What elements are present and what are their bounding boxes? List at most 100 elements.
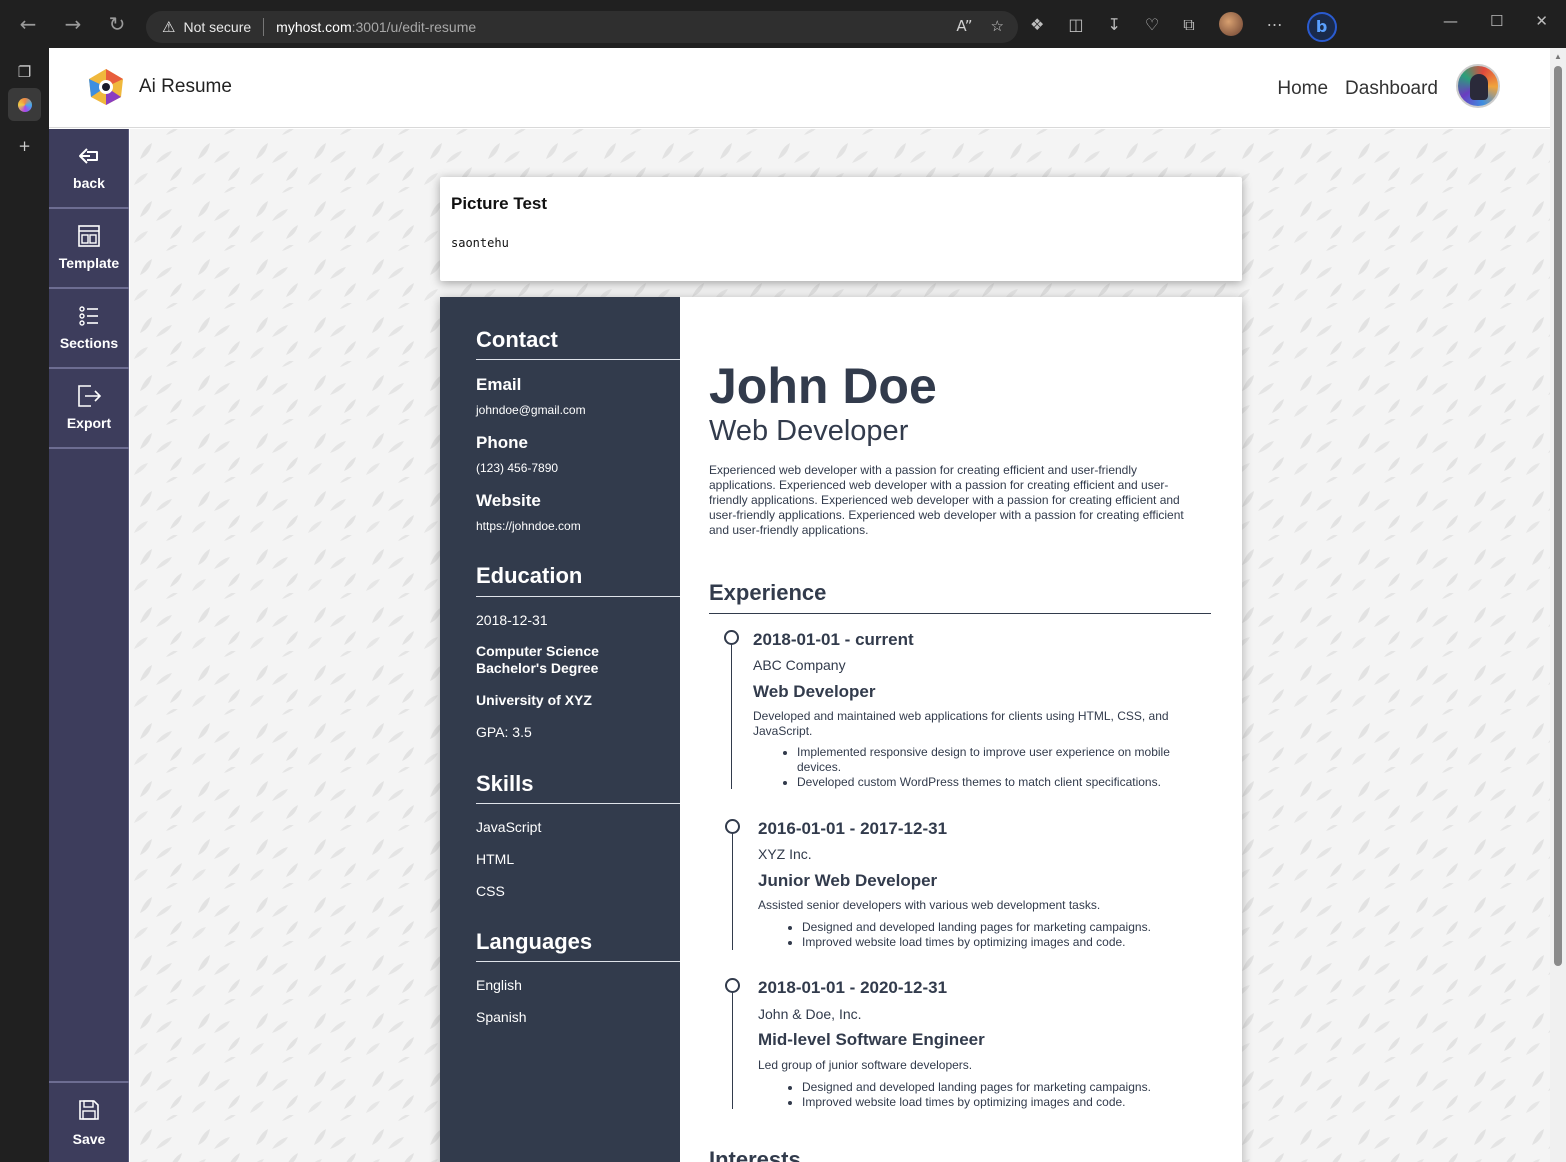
warning-icon: ⚠ xyxy=(162,18,176,36)
back-arrow-icon xyxy=(79,148,98,164)
sidebar-item-sections[interactable]: Sections xyxy=(49,289,129,369)
address-bar[interactable]: ⚠ Not secure myhost.com:3001/u/edit-resu… xyxy=(146,11,1018,43)
languages-divider xyxy=(476,961,680,962)
website-label: Website xyxy=(476,491,541,510)
browser-toolbar: ← → ↻ ⚠ Not secure myhost.com:3001/u/edi… xyxy=(0,0,1566,48)
read-aloud-icon[interactable]: A” xyxy=(956,17,972,35)
language-item: Spanish xyxy=(476,1009,527,1025)
editor-sidebar: back Template Sections Export Save xyxy=(49,129,129,1162)
user-avatar[interactable] xyxy=(1456,64,1500,108)
education-date: 2018-12-31 xyxy=(476,612,548,628)
page-scrollbar[interactable]: ▲ xyxy=(1550,48,1566,1162)
email-label: Email xyxy=(476,375,522,394)
minimize-icon[interactable]: — xyxy=(1443,12,1458,30)
resume-preview[interactable]: Contact Email johndoe@gmail.com Phone (1… xyxy=(440,297,1242,1162)
bing-copilot-icon[interactable]: b xyxy=(1306,12,1337,42)
job-bullet: Implemented responsive design to improve… xyxy=(797,745,1205,775)
job-bullet: Improved website load times by optimizin… xyxy=(802,935,1208,950)
website-value: https://johndoe.com xyxy=(476,519,581,533)
job-company: XYZ Inc. xyxy=(758,846,812,862)
profile-avatar-icon[interactable] xyxy=(1218,12,1243,36)
resume-title: Web Developer xyxy=(709,415,909,447)
url-host: myhost.com xyxy=(276,19,352,35)
job-bullet: Improved website load times by optimizin… xyxy=(802,1095,1208,1110)
web-page: Ai Resume Home Dashboard back Template S… xyxy=(49,48,1550,1162)
downloads-icon[interactable]: ↧ xyxy=(1107,12,1120,42)
export-icon xyxy=(78,385,102,407)
maximize-icon[interactable]: ☐ xyxy=(1490,12,1503,30)
brand-name[interactable]: Ai Resume xyxy=(139,76,232,98)
job-date: 2018-01-01 - 2020-12-31 xyxy=(758,978,948,997)
language-item: English xyxy=(476,977,522,993)
job-description: Led group of junior software developers. xyxy=(758,1058,973,1072)
timeline-line xyxy=(731,643,732,789)
sidebar-item-back[interactable]: back xyxy=(49,129,129,209)
tab-ai-resume[interactable] xyxy=(8,88,41,121)
forward-nav-icon[interactable]: → xyxy=(59,10,87,38)
resume-summary: Experienced web developer with a passion… xyxy=(709,463,1184,537)
resume-name: John Doe xyxy=(709,358,937,414)
save-button[interactable]: Save xyxy=(49,1081,129,1162)
job-bullets: Designed and developed landing pages for… xyxy=(758,1080,1208,1110)
extensions-icon[interactable]: ❖ xyxy=(1030,12,1044,42)
job-company: John & Doe, Inc. xyxy=(758,1006,862,1022)
save-icon xyxy=(79,1100,99,1120)
list-icon xyxy=(79,306,98,326)
skills-heading: Skills xyxy=(476,771,534,796)
new-tab-icon[interactable]: + xyxy=(8,130,41,163)
sidebar-item-label: Export xyxy=(66,415,112,431)
reload-icon[interactable]: ↻ xyxy=(103,10,131,38)
address-divider xyxy=(263,18,265,36)
skill-item: CSS xyxy=(476,883,505,899)
ai-resume-logo-icon[interactable] xyxy=(87,67,125,107)
job-title: Junior Web Developer xyxy=(758,871,938,890)
sidebar-item-export[interactable]: Export xyxy=(49,369,129,449)
job-bullet: Developed custom WordPress themes to mat… xyxy=(797,775,1205,790)
education-heading: Education xyxy=(476,563,583,588)
phone-value: (123) 456-7890 xyxy=(476,461,559,475)
job-bullets: Implemented responsive design to improve… xyxy=(753,745,1205,790)
job-date: 2018-01-01 - current xyxy=(753,630,914,649)
scroll-up-arrow-icon[interactable]: ▲ xyxy=(1554,52,1562,61)
favorite-star-icon[interactable]: ☆ xyxy=(991,17,1004,35)
sidebar-item-label: Template xyxy=(58,255,120,271)
more-menu-icon[interactable]: ⋯ xyxy=(1267,12,1283,42)
health-icon[interactable]: ♡ xyxy=(1145,12,1159,42)
job-bullets: Designed and developed landing pages for… xyxy=(758,920,1208,950)
timeline-dot xyxy=(725,978,740,993)
skill-item: HTML xyxy=(476,851,515,867)
site-header: Ai Resume Home Dashboard xyxy=(49,48,1550,128)
education-degree-line1: Computer Science xyxy=(476,643,599,659)
picture-card-title: Picture Test xyxy=(451,194,548,213)
education-school: University of XYZ xyxy=(476,692,592,708)
resume-right-column: John Doe Web Developer Experienced web d… xyxy=(680,297,1242,1162)
back-nav-icon[interactable]: ← xyxy=(14,10,42,38)
job-company: ABC Company xyxy=(753,657,846,673)
job-description: Assisted senior developers with various … xyxy=(758,898,1101,912)
sidebar-item-label: back xyxy=(73,175,105,191)
scrollbar-thumb[interactable] xyxy=(1554,66,1562,966)
experience-heading: Experience xyxy=(709,580,827,605)
education-gpa: GPA: 3.5 xyxy=(476,724,532,740)
job-date: 2016-01-01 - 2017-12-31 xyxy=(758,819,948,838)
security-label: Not secure xyxy=(183,19,252,35)
close-window-icon[interactable]: ✕ xyxy=(1535,12,1548,30)
vertical-tab-bar: ❐ + xyxy=(0,48,48,1162)
nav-dashboard-link[interactable]: Dashboard xyxy=(1345,78,1438,100)
job-bullet: Designed and developed landing pages for… xyxy=(802,920,1208,935)
favicon-icon xyxy=(17,97,32,112)
template-icon xyxy=(78,225,100,247)
sidebar-item-template[interactable]: Template xyxy=(49,209,129,289)
url-path: :3001/u/edit-resume xyxy=(351,19,477,35)
sidebar-item-label: Sections xyxy=(59,335,119,351)
split-screen-icon[interactable]: ◫ xyxy=(1068,12,1083,42)
tab-actions-icon[interactable]: ❐ xyxy=(8,56,41,89)
collections-icon[interactable]: ⧉ xyxy=(1183,12,1194,42)
education-degree-line2: Bachelor's Degree xyxy=(476,660,599,676)
resume-canvas: Picture Test saontehu Contact Email john… xyxy=(130,129,1550,1162)
job-title: Mid-level Software Engineer xyxy=(758,1030,985,1049)
nav-home-link[interactable]: Home xyxy=(1277,78,1328,100)
email-value: johndoe@gmail.com xyxy=(476,403,586,417)
picture-test-card[interactable]: Picture Test saontehu xyxy=(440,177,1242,281)
experience-divider xyxy=(709,613,1211,614)
